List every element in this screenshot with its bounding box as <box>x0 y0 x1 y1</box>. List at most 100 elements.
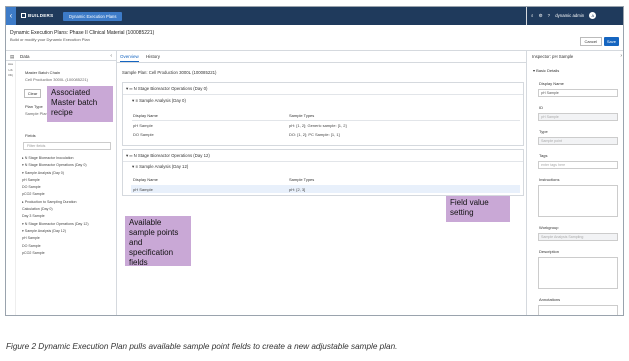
app-name: BUILDERS <box>28 13 54 18</box>
divider <box>123 161 523 162</box>
tree-item[interactable]: Calculation (Day 0) <box>22 206 116 213</box>
callout-available-fields: Available sample points and specificatio… <box>125 216 191 267</box>
top-bar: ‹ BUILDERS Dynamic Execution Plans ⌕ ⚙ ?… <box>6 7 623 25</box>
section-day-0: ▾ ═ N Stage Bioreactor Operations (Day 0… <box>122 82 524 146</box>
id-label: ID <box>539 105 543 110</box>
tree-item[interactable]: ▾ N Stage Bioreactor Operations (Day 0) <box>22 162 116 169</box>
divider <box>132 120 520 121</box>
tree-item[interactable]: pH Sample <box>22 235 116 242</box>
figure-caption: Figure 2 Dynamic Execution Plan pulls av… <box>6 342 398 351</box>
description-textarea[interactable] <box>538 257 618 289</box>
workgroup-select[interactable]: Sample Analysis Sampling <box>538 233 618 241</box>
rail-item-3[interactable]: Obj <box>6 73 15 78</box>
help-icon[interactable]: ? <box>548 13 550 18</box>
tree-item[interactable]: ▾ Sample Analysis (Day 12) <box>22 228 116 235</box>
inspector-title: Inspector: pH Sample <box>532 54 574 59</box>
section-title[interactable]: ▾ ═ N Stage Bioreactor Operations (Day 0… <box>126 86 207 92</box>
side-rail: Ass Lib Obj <box>6 61 16 315</box>
description-label: Description <box>539 249 560 254</box>
tree-item[interactable]: Day 3 Sample <box>22 213 116 220</box>
main-tabs: Overview History <box>117 51 526 63</box>
id-input: pH Sample <box>538 113 618 121</box>
collapse-icon[interactable]: › <box>620 53 622 59</box>
filter-input[interactable]: Filter fields <box>23 142 111 150</box>
section-day-12: ▾ ═ N Stage Bioreactor Operations (Day 1… <box>122 149 524 196</box>
main-content: Overview History Sample Plan: Cell Produ… <box>117 51 526 315</box>
row-display-name[interactable]: pH Sample <box>133 123 153 128</box>
column-sample-types: Sample Types <box>289 177 315 182</box>
user-name[interactable]: dynamic admin <box>555 13 584 18</box>
column-sample-types: Sample Types <box>289 113 315 118</box>
search-icon[interactable]: ⌕ <box>531 13 533 18</box>
instructions-textarea[interactable] <box>538 185 618 217</box>
row-sample-types[interactable]: pH: [2, 3] <box>289 187 305 192</box>
instructions-label: Instructions <box>539 177 560 182</box>
page-header: Dynamic Execution Plans: Phase II Clinic… <box>6 25 623 51</box>
collapse-icon[interactable]: ‹ <box>110 53 112 59</box>
basic-details-header[interactable]: ▾ Basic Details <box>533 68 559 73</box>
row-sample-types[interactable]: pH: [1, 2]; Generic sample: [1, 2] <box>289 123 347 128</box>
sample-plan-title: Sample Plan: Cell Production 3000L (1000… <box>122 70 217 75</box>
tree-item[interactable]: ▸ N Stage Bioreactor Inoculation <box>22 155 116 162</box>
topbar-right: ⌕ ⚙ ? dynamic admin A <box>526 7 623 25</box>
rail-item-1[interactable]: Ass <box>6 62 15 67</box>
avatar[interactable]: A <box>589 12 597 20</box>
subsection-title[interactable]: ▾ ≡ Sample Analysis (Day 0) <box>132 98 186 104</box>
section-title-text: N Stage Bioreactor Operations (Day 12) <box>133 153 210 158</box>
grid-icon <box>21 13 26 18</box>
data-icon: ▤ <box>10 54 15 59</box>
divider <box>123 94 523 95</box>
display-name-input[interactable]: pH Sample <box>538 89 618 97</box>
tree-item[interactable]: pCO2 Sample <box>22 191 116 198</box>
inspector-panel: Inspector: pH Sample › ▾ Basic Details D… <box>526 51 623 315</box>
type-input: Sample point <box>538 137 618 145</box>
row-sample-types[interactable]: DO: [1, 2]; PC Sample: [1, 1] <box>289 132 340 137</box>
master-batch-label: Master Batch Chain <box>25 70 61 75</box>
callout-field-value: Field value setting <box>446 196 510 222</box>
tab-dynamic-execution-plans[interactable]: Dynamic Execution Plans <box>63 12 123 21</box>
rail-item-2[interactable]: Lib <box>6 68 15 73</box>
tree-item[interactable]: pH Sample <box>22 177 116 184</box>
selected-row[interactable] <box>131 185 520 193</box>
row-display-name[interactable]: DO Sample <box>133 132 154 137</box>
data-panel-header: ▤ Data ‹ <box>6 51 116 61</box>
row-display-name[interactable]: pH Sample <box>133 187 153 192</box>
app-window: ‹ BUILDERS Dynamic Execution Plans ⌕ ⚙ ?… <box>5 6 624 316</box>
clear-button[interactable]: Clear <box>24 89 41 98</box>
fields-label: Fields <box>25 133 36 138</box>
type-label: Type <box>539 129 548 134</box>
basic-details-text: Basic Details <box>536 68 560 73</box>
tree-item[interactable]: ▾ Sample Analysis (Day 0) <box>22 170 116 177</box>
subsection-title-text: Sample Analysis (Day 12) <box>139 164 189 169</box>
annotations-label: Annotations <box>539 297 561 302</box>
subsection-title-text: Sample Analysis (Day 0) <box>139 98 186 103</box>
gear-icon[interactable]: ⚙ <box>539 13 543 18</box>
save-button[interactable]: Save <box>603 37 619 46</box>
section-title[interactable]: ▾ ═ N Stage Bioreactor Operations (Day 1… <box>126 153 210 159</box>
tags-label: Tags <box>539 153 548 158</box>
master-batch-value: Cell Production 3000L (100085221) <box>25 77 89 82</box>
plan-type-value[interactable]: Sample Plan <box>25 111 48 116</box>
tags-input[interactable]: enter tags here <box>538 161 618 169</box>
tree-item[interactable]: ▸ Production to Sampling Duration <box>22 199 116 206</box>
display-name-label: Display Name <box>539 81 564 86</box>
data-panel-title: Data <box>20 54 30 59</box>
annotations-textarea[interactable] <box>538 305 618 315</box>
tab-overview[interactable]: Overview <box>120 54 139 62</box>
fields-tree: ▸ N Stage Bioreactor Inoculation ▾ N Sta… <box>22 155 116 257</box>
back-button[interactable]: ‹ <box>6 7 16 25</box>
tab-history[interactable]: History <box>146 54 160 59</box>
subsection-title[interactable]: ▾ ≡ Sample Analysis (Day 12) <box>132 164 188 170</box>
page-title: Dynamic Execution Plans: Phase II Clinic… <box>10 30 155 36</box>
tree-item[interactable]: pCO2 Sample <box>22 250 116 257</box>
tree-item[interactable]: DO Sample <box>22 184 116 191</box>
plan-type-label: Plan Type <box>25 104 43 109</box>
section-title-text: N Stage Bioreactor Operations (Day 0) <box>133 86 208 91</box>
column-display-name: Display Name <box>133 113 158 118</box>
page-subtitle: Build or modify your Dynamic Execution P… <box>10 37 90 42</box>
tree-item[interactable]: DO Sample <box>22 243 116 250</box>
callout-master-batch: Associated Master batch recipe <box>47 86 113 122</box>
tree-item[interactable]: ▾ N Stage Bioreactor Operations (Day 12) <box>22 221 116 228</box>
cancel-button[interactable]: Cancel <box>579 37 602 46</box>
workgroup-label: Workgroup <box>539 225 559 230</box>
